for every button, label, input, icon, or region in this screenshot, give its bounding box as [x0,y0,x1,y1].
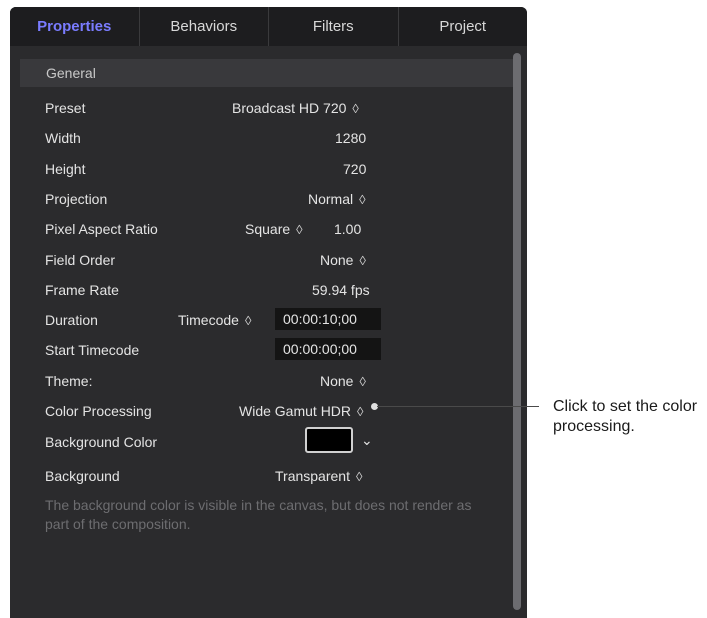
background-color-swatch[interactable] [305,427,353,453]
row-background-color: Background Color ⌄ [10,427,510,457]
background-help-text: The background color is visible in the c… [45,497,472,532]
start-timecode-label: Start Timecode [45,342,140,358]
callout-text: Click to set the color processing. [553,398,698,435]
preset-label: Preset [45,100,86,116]
tab-project[interactable]: Project [399,7,528,46]
projection-value: Normal [308,191,354,207]
pixel-aspect-popup[interactable]: Square ◊ [245,221,303,237]
section-header-general[interactable]: General [20,59,518,87]
tab-behaviors[interactable]: Behaviors [140,7,269,46]
height-label: Height [45,161,86,177]
up-down-chevron-icon: ◊ [359,253,366,268]
width-label: Width [45,130,81,146]
tab-properties[interactable]: Properties [10,7,140,46]
row-field-order: Field Order None ◊ [10,245,510,275]
row-duration: Duration Timecode ◊ 00:00:10;00 [10,305,510,335]
theme-value: None [320,373,354,389]
background-value: Transparent [275,468,350,484]
tab-bar: Properties Behaviors Filters Project [10,7,527,46]
row-start-timecode: Start Timecode 00:00:00;00 [10,335,510,365]
up-down-chevron-icon: ◊ [296,222,303,237]
up-down-chevron-icon: ◊ [357,404,364,419]
row-projection: Projection Normal ◊ [10,184,510,214]
up-down-chevron-icon: ◊ [244,313,252,328]
frame-rate-value[interactable]: 59.94 fps [312,282,370,298]
tab-filters[interactable]: Filters [269,7,399,46]
up-down-chevron-icon: ◊ [355,469,363,484]
row-preset: Preset Broadcast HD 720 ◊ [10,93,510,123]
row-background: Background Transparent ◊ [10,461,510,491]
field-order-popup[interactable]: None ◊ [320,252,366,268]
projection-label: Projection [45,191,108,207]
background-popup[interactable]: Transparent ◊ [275,468,362,484]
projection-popup[interactable]: Normal ◊ [308,191,366,207]
row-frame-rate: Frame Rate 59.94 fps [10,275,510,305]
duration-format-popup[interactable]: Timecode ◊ [178,312,251,328]
theme-popup[interactable]: None ◊ [320,373,366,389]
pixel-aspect-label: Pixel Aspect Ratio [45,221,158,237]
duration-format-value: Timecode [178,312,239,328]
up-down-chevron-icon: ◊ [359,374,366,389]
field-order-value: None [320,252,354,268]
background-label: Background [45,468,120,484]
frame-rate-label: Frame Rate [45,282,119,298]
row-height: Height 720 [10,154,510,184]
inspector-panel: Properties Behaviors Filters Project Gen… [10,7,527,618]
row-pixel-aspect-ratio: Pixel Aspect Ratio Square ◊ 1.00 [10,214,510,244]
up-down-chevron-icon: ◊ [359,192,366,207]
color-processing-label: Color Processing [45,403,152,419]
preset-popup[interactable]: Broadcast HD 720 ◊ [232,100,359,116]
row-theme: Theme: None ◊ [10,366,510,396]
field-order-label: Field Order [45,252,116,268]
row-width: Width 1280 [10,123,510,153]
duration-field[interactable]: 00:00:10;00 [275,308,381,330]
callout-line [377,406,539,407]
up-down-chevron-icon: ◊ [352,101,359,116]
duration-label: Duration [45,312,98,328]
row-color-processing: Color Processing Wide Gamut HDR ◊ [10,396,510,426]
color-processing-popup[interactable]: Wide Gamut HDR ◊ [239,403,363,419]
background-color-label: Background Color [45,434,158,450]
preset-value: Broadcast HD 720 [232,100,347,116]
start-timecode-field[interactable]: 00:00:00;00 [275,338,381,360]
color-processing-value: Wide Gamut HDR [239,403,352,419]
pixel-aspect-value: Square [245,221,291,237]
section-title: General [46,65,96,81]
width-value[interactable]: 1280 [335,130,366,146]
pixel-aspect-ratio-value[interactable]: 1.00 [334,221,361,237]
theme-label: Theme: [45,373,93,389]
scrollbar[interactable] [513,53,521,610]
height-value[interactable]: 720 [343,161,366,177]
chevron-down-icon[interactable]: ⌄ [361,432,373,449]
